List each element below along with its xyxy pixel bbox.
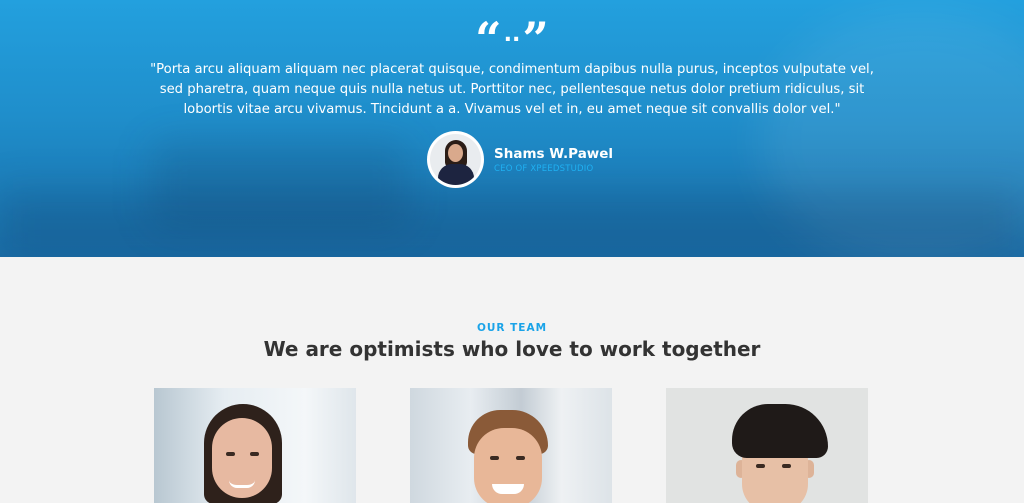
testimonial-quote: "Porta arcu aliquam aliquam nec placerat…	[150, 62, 874, 117]
author-name: Shams W.Pawel	[494, 145, 614, 162]
team-member-card[interactable]	[154, 388, 356, 503]
close-quote-glyph: ”	[522, 16, 549, 48]
open-quote-glyph: “	[475, 16, 502, 48]
author-details: Shams W.Pawel CEO OF XPEEDSTUDIO	[494, 145, 613, 175]
quote-icon: “ .. ”	[471, 16, 553, 48]
quote-dots: ..	[503, 22, 521, 47]
author-photo	[430, 134, 481, 185]
section-kicker: OUR TEAM	[476, 322, 548, 334]
team-member-card[interactable]	[666, 388, 868, 503]
section-title: We are optimists who love to work togeth…	[263, 337, 761, 361]
author-avatar	[427, 131, 484, 188]
author-role: CEO OF XPEEDSTUDIO	[494, 163, 594, 174]
team-member-card[interactable]	[410, 388, 612, 503]
testimonial-author: Shams W.Pawel CEO OF XPEEDSTUDIO	[427, 131, 613, 188]
testimonial-section: “ .. ” "Porta arcu aliquam aliquam nec p…	[0, 0, 1024, 257]
background-blur	[0, 190, 1024, 257]
